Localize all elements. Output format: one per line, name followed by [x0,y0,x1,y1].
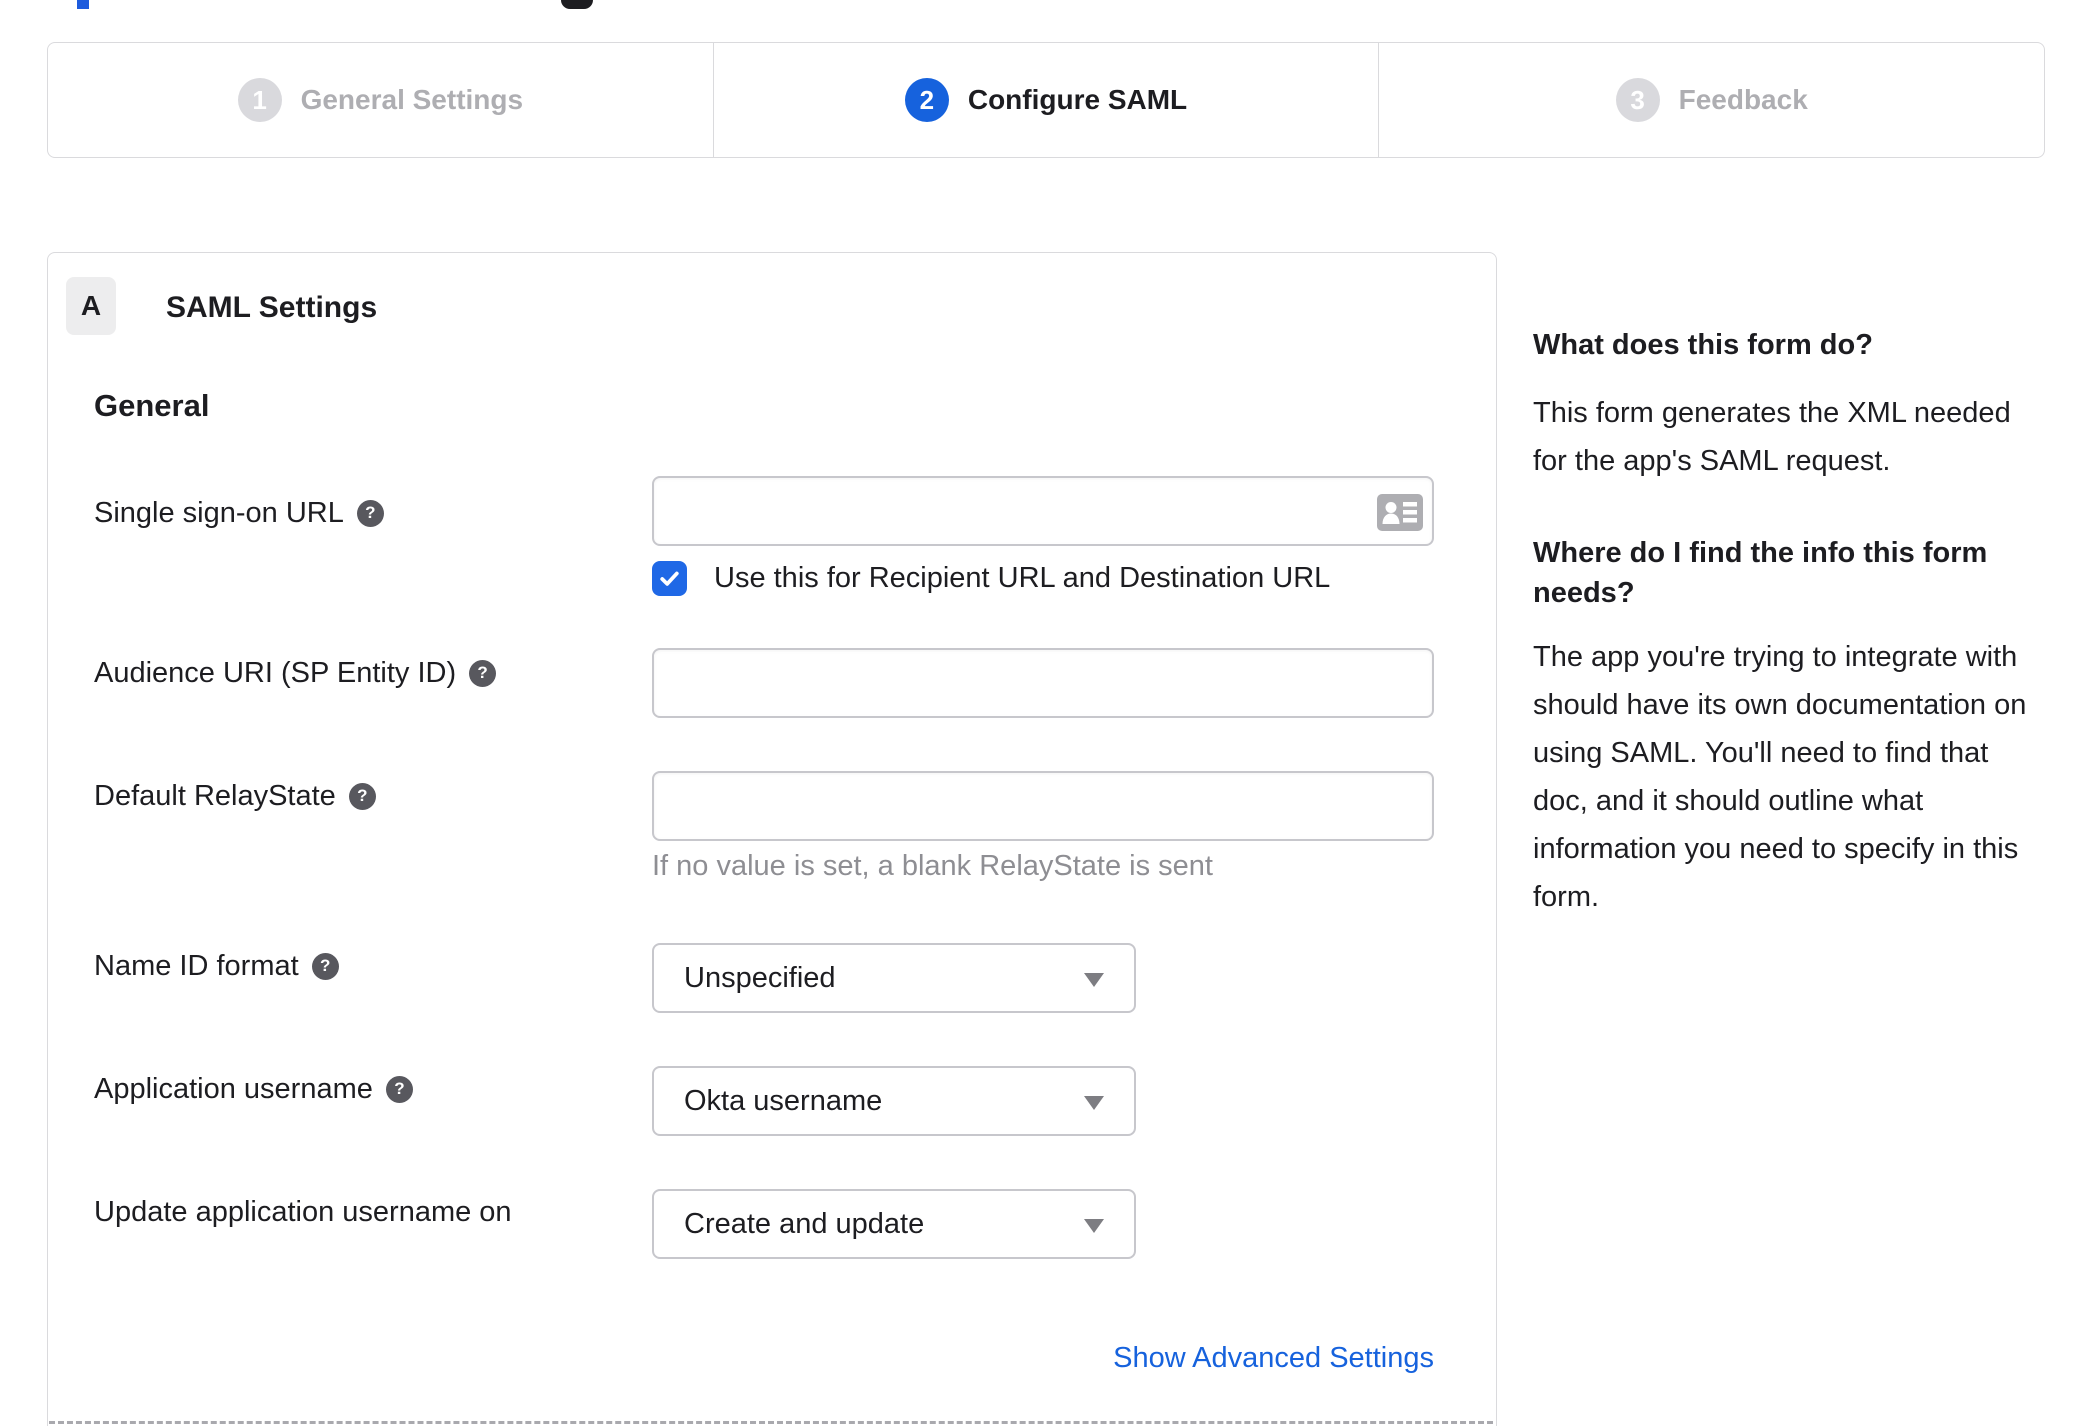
label-single-sign-on-url: Single sign-on URL ? [94,496,384,530]
sidebar-heading-what: What does this form do? [1533,329,1873,361]
section-title: SAML Settings [166,291,378,324]
step-configure-saml[interactable]: 2 Configure SAML [712,43,1379,157]
step-number-badge: 2 [904,78,949,122]
help-icon[interactable]: ? [348,782,376,810]
step-general-settings[interactable]: 1 General Settings [48,43,713,157]
checkmark-icon [660,571,679,586]
select-value: Okta username [684,1084,883,1117]
group-heading-general: General [94,388,210,423]
field-label: Default RelayState [94,779,336,812]
update-application-username-select[interactable]: Create and update [652,1189,1136,1259]
default-relaystate-input[interactable] [652,771,1434,841]
field-label: Application username [94,1072,373,1105]
caret-down-icon [1084,1096,1104,1110]
section-divider [49,1421,1493,1424]
caret-down-icon [1084,973,1104,987]
recipient-url-checkbox[interactable] [652,560,687,596]
app-logo-remnant-icon [561,0,593,9]
field-label: Audience URI (SP Entity ID) [94,656,457,689]
audience-uri-input[interactable] [652,648,1434,718]
field-label: Name ID format [94,949,299,982]
step-label: Feedback [1678,84,1808,115]
label-audience-uri: Audience URI (SP Entity ID) ? [94,656,497,690]
relaystate-hint: If no value is set, a blank RelayState i… [652,850,1213,882]
configure-saml-page: 1 General Settings 2 Configure SAML 3 Fe… [0,0,2092,1426]
label-update-application-username-on: Update application username on [94,1195,512,1229]
contact-card-autofill-icon[interactable] [1377,494,1423,531]
app-title-remnant [77,0,89,9]
label-application-username: Application username ? [94,1072,413,1106]
sidebar-paragraph-what: This form generates the XML needed for t… [1533,397,2011,477]
section-badge: A [66,277,116,335]
step-number-badge: 1 [237,78,282,122]
step-label: General Settings [300,84,524,115]
single-sign-on-url-input[interactable] [652,476,1434,546]
step-number-badge: 3 [1615,78,1660,122]
help-icon[interactable]: ? [469,659,497,687]
help-icon[interactable]: ? [385,1075,413,1103]
sidebar-heading-where: Where do I find the info this form needs… [1533,537,1988,609]
help-icon[interactable]: ? [311,952,339,980]
help-icon[interactable]: ? [356,499,384,527]
wizard-stepper: 1 General Settings 2 Configure SAML 3 Fe… [47,42,2045,158]
label-name-id-format: Name ID format ? [94,949,339,983]
show-advanced-settings-link[interactable]: Show Advanced Settings [1113,1342,1434,1375]
recipient-url-checkbox-label: Use this for Recipient URL and Destinati… [714,561,1331,594]
field-label: Update application username on [94,1195,512,1228]
caret-down-icon [1084,1219,1104,1233]
select-value: Create and update [684,1207,925,1240]
step-label: Configure SAML [967,84,1188,115]
step-feedback[interactable]: 3 Feedback [1378,43,2044,157]
label-default-relaystate: Default RelayState ? [94,779,376,813]
application-username-select[interactable]: Okta username [652,1066,1136,1136]
name-id-format-select[interactable]: Unspecified [652,943,1136,1013]
sidebar-paragraph-where: The app you're trying to integrate with … [1533,641,2027,913]
recipient-url-checkbox-row: Use this for Recipient URL and Destinati… [652,560,1330,596]
select-value: Unspecified [684,961,836,994]
field-label: Single sign-on URL [94,496,344,529]
